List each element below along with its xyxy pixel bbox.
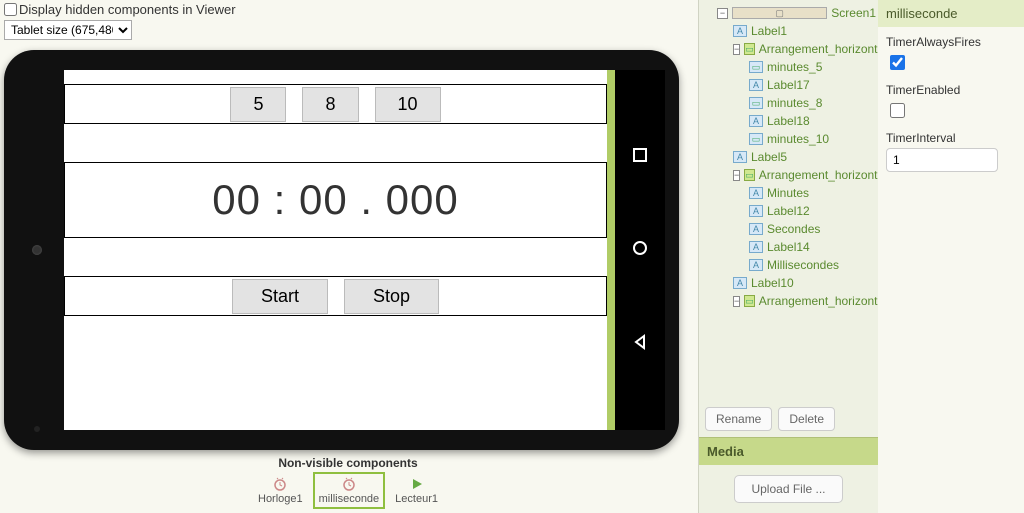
- tree-label10[interactable]: ALabel10: [701, 274, 878, 292]
- nonvis-horloge[interactable]: Horloge1: [252, 472, 309, 509]
- properties-header: milliseconde: [878, 0, 1024, 27]
- stop-button[interactable]: Stop: [344, 279, 439, 314]
- collapse-icon[interactable]: −: [733, 44, 740, 55]
- screen-icon: ▢: [732, 7, 827, 19]
- label-icon: A: [749, 223, 763, 235]
- display-hidden-checkbox[interactable]: [4, 3, 17, 16]
- collapse-icon[interactable]: −: [733, 296, 740, 307]
- media-header: Media: [699, 437, 878, 465]
- tree-screen1[interactable]: −▢Screen1: [701, 4, 878, 22]
- tree-arr3[interactable]: −▭Arrangement_horizontal3: [701, 292, 878, 310]
- tree-arr2[interactable]: −▭Arrangement_horizontal2: [701, 166, 878, 184]
- viewer-panel: Display hidden components in Viewer Tabl…: [0, 0, 698, 513]
- label-icon: A: [733, 151, 747, 163]
- collapse-icon[interactable]: −: [733, 170, 740, 181]
- label-icon: A: [749, 205, 763, 217]
- preset-10-button[interactable]: 10: [375, 87, 441, 122]
- accent-strip: [607, 70, 615, 430]
- tree-label12[interactable]: ALabel12: [701, 202, 878, 220]
- preset-row: 5 8 10: [64, 84, 607, 124]
- label-icon: A: [733, 277, 747, 289]
- preset-5-button[interactable]: 5: [230, 87, 286, 122]
- tree-secondes[interactable]: ASecondes: [701, 220, 878, 238]
- time-display: 00 : 00 . 000: [212, 176, 459, 224]
- arrangement-icon: ▭: [744, 43, 755, 55]
- tree-minutes5[interactable]: ▭minutes_5: [701, 58, 878, 76]
- label-icon: A: [733, 25, 747, 37]
- tree-label18[interactable]: ALabel18: [701, 112, 878, 130]
- rename-button[interactable]: Rename: [705, 407, 772, 431]
- tree-arr1[interactable]: −▭Arrangement_horizontal1: [701, 40, 878, 58]
- label-icon: A: [749, 115, 763, 127]
- tree-millisecondes[interactable]: AMillisecondes: [701, 256, 878, 274]
- delete-button[interactable]: Delete: [778, 407, 835, 431]
- button-icon: ▭: [749, 97, 763, 109]
- tree-label1[interactable]: ALabel1: [701, 22, 878, 40]
- preset-8-button[interactable]: 8: [302, 87, 358, 122]
- play-icon: [409, 476, 425, 492]
- nonvis-lecteur[interactable]: Lecteur1: [389, 472, 444, 509]
- tree-minutes10[interactable]: ▭minutes_10: [701, 130, 878, 148]
- components-tree[interactable]: −▢Screen1 ALabel1 −▭Arrangement_horizont…: [699, 0, 878, 401]
- app-screen: 5 8 10 00 : 00 . 000 Start Stop: [64, 70, 607, 430]
- button-icon: ▭: [749, 133, 763, 145]
- components-panel: −▢Screen1 ALabel1 −▭Arrangement_horizont…: [698, 0, 878, 513]
- arrangement-icon: ▭: [744, 169, 755, 181]
- properties-panel: milliseconde TimerAlwaysFires TimerEnabl…: [878, 0, 1024, 513]
- label-icon: A: [749, 187, 763, 199]
- display-hidden-label: Display hidden components in Viewer: [19, 2, 236, 17]
- nav-recent-icon[interactable]: [631, 146, 649, 167]
- label-icon: A: [749, 79, 763, 91]
- device-size-select[interactable]: Tablet size (675,480): [4, 20, 132, 40]
- nav-home-icon[interactable]: [631, 239, 649, 260]
- camera-icon: [32, 245, 42, 255]
- tree-minutes[interactable]: AMinutes: [701, 184, 878, 202]
- timer-enabled-checkbox[interactable]: [890, 103, 905, 118]
- timer-always-fires-checkbox[interactable]: [890, 55, 905, 70]
- nav-back-icon[interactable]: [631, 333, 649, 354]
- tree-label17[interactable]: ALabel17: [701, 76, 878, 94]
- arrangement-icon: ▭: [744, 295, 755, 307]
- tree-label14[interactable]: ALabel14: [701, 238, 878, 256]
- timer-interval-input[interactable]: [886, 148, 998, 172]
- tree-minutes8[interactable]: ▭minutes_8: [701, 94, 878, 112]
- clock-icon: [272, 476, 288, 492]
- non-visible-title: Non-visible components: [4, 456, 692, 470]
- device-frame: 5 8 10 00 : 00 . 000 Start Stop: [4, 50, 679, 450]
- button-icon: ▭: [749, 61, 763, 73]
- label-icon: A: [749, 241, 763, 253]
- timer-enabled-label: TimerEnabled: [886, 83, 1016, 97]
- clock-icon: [341, 476, 357, 492]
- start-button[interactable]: Start: [232, 279, 328, 314]
- timer-interval-label: TimerInterval: [886, 131, 1016, 145]
- speaker-icon: [34, 426, 40, 432]
- collapse-icon[interactable]: −: [717, 8, 728, 19]
- tree-label5[interactable]: ALabel5: [701, 148, 878, 166]
- control-row: Start Stop: [64, 276, 607, 316]
- upload-file-button[interactable]: Upload File ...: [734, 475, 842, 503]
- android-nav-bar: [615, 70, 665, 430]
- label-icon: A: [749, 259, 763, 271]
- time-display-row: 00 : 00 . 000: [64, 162, 607, 238]
- timer-always-fires-label: TimerAlwaysFires: [886, 35, 1016, 49]
- nonvis-milliseconde[interactable]: milliseconde: [313, 472, 386, 509]
